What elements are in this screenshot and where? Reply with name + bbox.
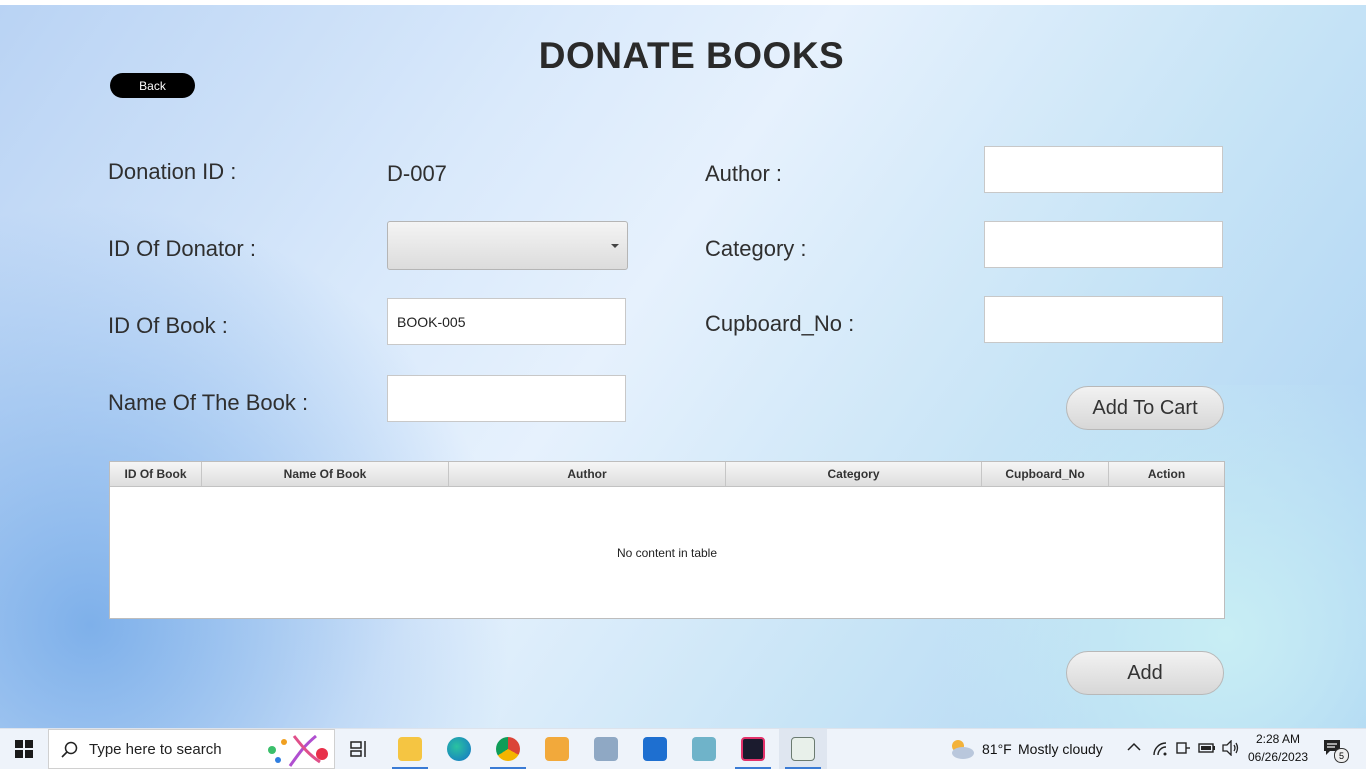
clock-date[interactable]: 06/26/2023 [1248,750,1308,764]
column-header-author[interactable]: Author [449,462,726,486]
chevron-down-icon [611,244,619,248]
donator-id-label: ID Of Donator : [108,236,256,261]
add-button[interactable]: Add [1066,651,1224,695]
taskbar: Type here to search 81°F Mostly cloudy 2… [0,728,1366,769]
donation-id-value: D-007 [387,161,447,186]
chrome-icon[interactable] [496,737,520,761]
search-placeholder: Type here to search [89,741,222,758]
network-icon[interactable] [1152,741,1168,757]
column-header-id-of-book[interactable]: ID Of Book [110,462,202,486]
book-id-field[interactable]: BOOK-005 [387,298,626,345]
book-id-label: ID Of Book : [108,313,228,338]
column-header-category[interactable]: Category [726,462,982,486]
battery-icon[interactable] [1198,741,1216,755]
search-icon [61,741,78,758]
java-app-icon [791,737,815,761]
add-to-cart-button[interactable]: Add To Cart [1066,386,1224,430]
category-label: Category : [705,236,807,261]
video-app-icon[interactable] [643,737,667,761]
page-title: DONATE BOOKS [538,35,845,76]
dna-search-highlight-icon [268,734,328,767]
donator-id-combobox[interactable] [387,221,628,270]
table-header: ID Of Book Name Of Book Author Category … [110,462,1224,487]
weather-temp[interactable]: 81°F [982,741,1012,757]
app-window: DONATE BOOKS Back Donation ID : D-007 ID… [0,5,1366,728]
chevron-up-icon[interactable] [1127,742,1141,752]
weather-description[interactable]: Mostly cloudy [1018,741,1103,757]
book-name-field[interactable] [387,375,626,422]
category-field[interactable] [984,221,1223,268]
cart-table: ID Of Book Name Of Book Author Category … [109,461,1225,619]
cupboard-label: Cupboard_No : [705,311,855,336]
table-empty-message: No content in table [616,546,718,560]
java-app-taskbar-button[interactable] [779,729,827,769]
column-header-cupboard-no[interactable]: Cupboard_No [982,462,1109,486]
donation-id-label: Donation ID : [108,159,237,184]
author-field[interactable] [984,146,1223,193]
windows-icon [15,740,33,758]
clock-time[interactable]: 2:28 AM [1256,732,1300,746]
task-view-icon [350,741,366,757]
column-header-action[interactable]: Action [1109,462,1224,486]
media-app-icon[interactable] [545,737,569,761]
start-button[interactable] [0,729,48,769]
photos-app-icon[interactable] [594,737,618,761]
meet-now-icon[interactable] [1175,740,1191,758]
volume-icon[interactable] [1222,740,1240,756]
column-header-name-of-book[interactable]: Name Of Book [202,462,449,486]
intellij-icon[interactable] [741,737,765,761]
book-name-label: Name Of The Book : [108,390,309,415]
weather-cloud-icon[interactable] [948,737,976,761]
cupboard-field[interactable] [984,296,1223,343]
task-view-button[interactable] [347,729,373,769]
file-explorer-icon[interactable] [398,737,422,761]
notes-app-icon[interactable] [692,737,716,761]
author-label: Author : [705,161,783,186]
edge-icon[interactable] [447,737,471,761]
action-center-button[interactable]: 5 [1322,738,1352,763]
taskbar-search-box[interactable]: Type here to search [48,729,335,769]
notification-badge: 5 [1334,748,1349,763]
back-button[interactable]: Back [110,73,195,98]
